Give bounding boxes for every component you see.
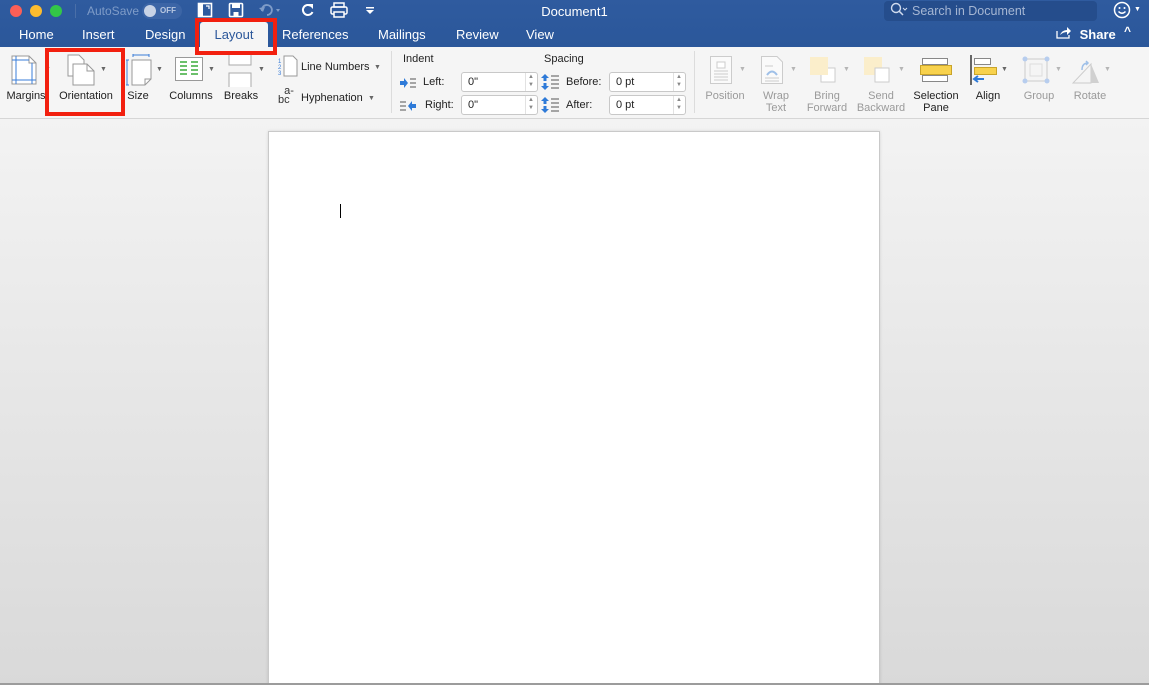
tab-review[interactable]: Review (456, 27, 499, 42)
rotate-button[interactable]: ▼ Rotate (1066, 47, 1114, 117)
line-numbers-label: Line Numbers (301, 61, 370, 73)
chevron-down-icon: ▼ (368, 95, 375, 102)
svg-text:3: 3 (278, 71, 282, 77)
margins-button[interactable]: ▼ Margins (4, 47, 51, 117)
group-icon (1022, 56, 1050, 87)
columns-button[interactable]: ▼ Columns (169, 47, 218, 117)
tab-home[interactable]: Home (19, 27, 54, 42)
chevron-down-icon: ▼ (156, 66, 163, 73)
size-button[interactable]: ▼ Size (124, 47, 164, 117)
chevron-down-icon: ▼ (1001, 66, 1008, 73)
chevron-down-icon: ▼ (898, 66, 905, 73)
hyphenation-icon: a-bc (278, 85, 294, 106)
text-cursor (340, 204, 341, 218)
indent-right-stepper[interactable]: ▲ ▼ (525, 96, 537, 114)
position-button[interactable]: ▼ Position (700, 47, 750, 117)
bring-forward-icon (809, 56, 837, 87)
search-icon (890, 2, 908, 21)
indent-right-input[interactable]: 0" ▲ ▼ (461, 95, 538, 115)
rotate-label: Rotate (1073, 90, 1107, 102)
wrap-text-label: Wrap Text (762, 90, 790, 114)
chevron-down-icon: ▼ (1104, 66, 1111, 73)
title-bar: AutoSave OFF Document1 Search in Documen… (0, 0, 1149, 47)
align-icon (970, 55, 1000, 88)
document-page[interactable] (268, 131, 880, 685)
tab-mailings[interactable]: Mailings (378, 27, 426, 42)
highlight-layout-tab (195, 18, 277, 55)
align-label: Align (975, 90, 1001, 102)
send-backward-label: Send Backward (856, 90, 906, 114)
divider (694, 51, 695, 113)
spacing-after-input[interactable]: 0 pt ▲ ▼ (609, 95, 686, 115)
breaks-button[interactable]: ▼ Breaks (222, 47, 266, 117)
spacing-after-icon (541, 97, 559, 118)
spacing-before-icon (541, 74, 559, 95)
feedback-smiley-icon[interactable] (1113, 1, 1131, 24)
spacing-after-stepper[interactable]: ▲ ▼ (673, 96, 685, 114)
indent-left-input[interactable]: 0" ▲ ▼ (461, 72, 538, 92)
chevron-down-icon: ▼ (843, 66, 850, 73)
columns-label: Columns (169, 90, 213, 102)
chevron-down-icon: ▼ (790, 66, 797, 73)
size-icon (125, 53, 152, 89)
align-button[interactable]: ▼ Align (966, 47, 1010, 117)
highlight-orientation-button (45, 48, 125, 116)
ribbon-layout: ▼ Margins ▼ Orientation ▼ Size ▼ Columns… (0, 47, 1149, 119)
wrap-text-icon (761, 56, 783, 87)
position-label: Position (705, 90, 745, 102)
search-placeholder: Search in Document (912, 4, 1026, 18)
indent-left-icon (400, 76, 416, 94)
spacing-after-label: After: (566, 99, 593, 111)
spacing-before-value: 0 pt (616, 76, 635, 88)
indent-left-label: Left: (423, 76, 445, 88)
chevron-down-icon: ▼ (739, 66, 746, 73)
indent-left-stepper[interactable]: ▲ ▼ (525, 73, 537, 91)
indent-right-label: Right: (425, 99, 454, 111)
rotate-icon (1071, 56, 1100, 87)
chevron-down-icon: ▼ (208, 66, 215, 73)
send-backward-button[interactable]: ▼ Send Backward (855, 47, 907, 117)
selection-pane-button[interactable]: Selection Pane (910, 47, 962, 117)
columns-icon (175, 57, 203, 84)
collapse-ribbon-icon[interactable]: ^ (1124, 24, 1131, 38)
group-button[interactable]: ▼ Group (1014, 47, 1064, 117)
spacing-before-label: Before: (566, 76, 602, 88)
selection-pane-label: Selection Pane (913, 90, 959, 114)
send-backward-icon (863, 56, 891, 87)
spacing-before-stepper[interactable]: ▲ ▼ (673, 73, 685, 91)
indent-left-value: 0" (468, 76, 479, 88)
group-label: Group (1023, 90, 1055, 102)
spacing-before-input[interactable]: 0 pt ▲ ▼ (609, 72, 686, 92)
chevron-down-icon: ▼ (258, 66, 265, 73)
share-button[interactable]: Share (1056, 26, 1116, 42)
chevron-down-icon: ▼ (1055, 66, 1062, 73)
tab-view[interactable]: View (526, 27, 554, 42)
selection-pane-icon (920, 58, 952, 87)
indent-right-icon (400, 99, 416, 117)
margins-label: Margins (6, 90, 46, 102)
chevron-down-icon[interactable]: ▼ (1134, 6, 1141, 13)
share-label: Share (1079, 27, 1116, 42)
breaks-label: Breaks (223, 90, 259, 102)
search-input[interactable]: Search in Document (884, 1, 1097, 21)
share-icon (1056, 27, 1076, 42)
indent-right-value: 0" (468, 99, 479, 111)
wrap-text-button[interactable]: ▼ Wrap Text (752, 47, 800, 117)
tab-design[interactable]: Design (145, 27, 185, 42)
margins-icon (11, 55, 37, 88)
bring-forward-label: Bring Forward (806, 90, 848, 114)
breaks-icon (228, 53, 252, 90)
spacing-heading: Spacing (544, 53, 584, 65)
indent-heading: Indent (403, 53, 434, 65)
spacing-after-value: 0 pt (616, 99, 635, 111)
line-numbers-icon: 123 (278, 55, 298, 80)
chevron-down-icon: ▼ (374, 64, 381, 71)
position-icon (710, 56, 732, 87)
tab-insert[interactable]: Insert (82, 27, 115, 42)
tab-references[interactable]: References (282, 27, 348, 42)
hyphenation-label: Hyphenation (301, 92, 363, 104)
bring-forward-button[interactable]: ▼ Bring Forward (803, 47, 851, 117)
divider (391, 51, 392, 113)
